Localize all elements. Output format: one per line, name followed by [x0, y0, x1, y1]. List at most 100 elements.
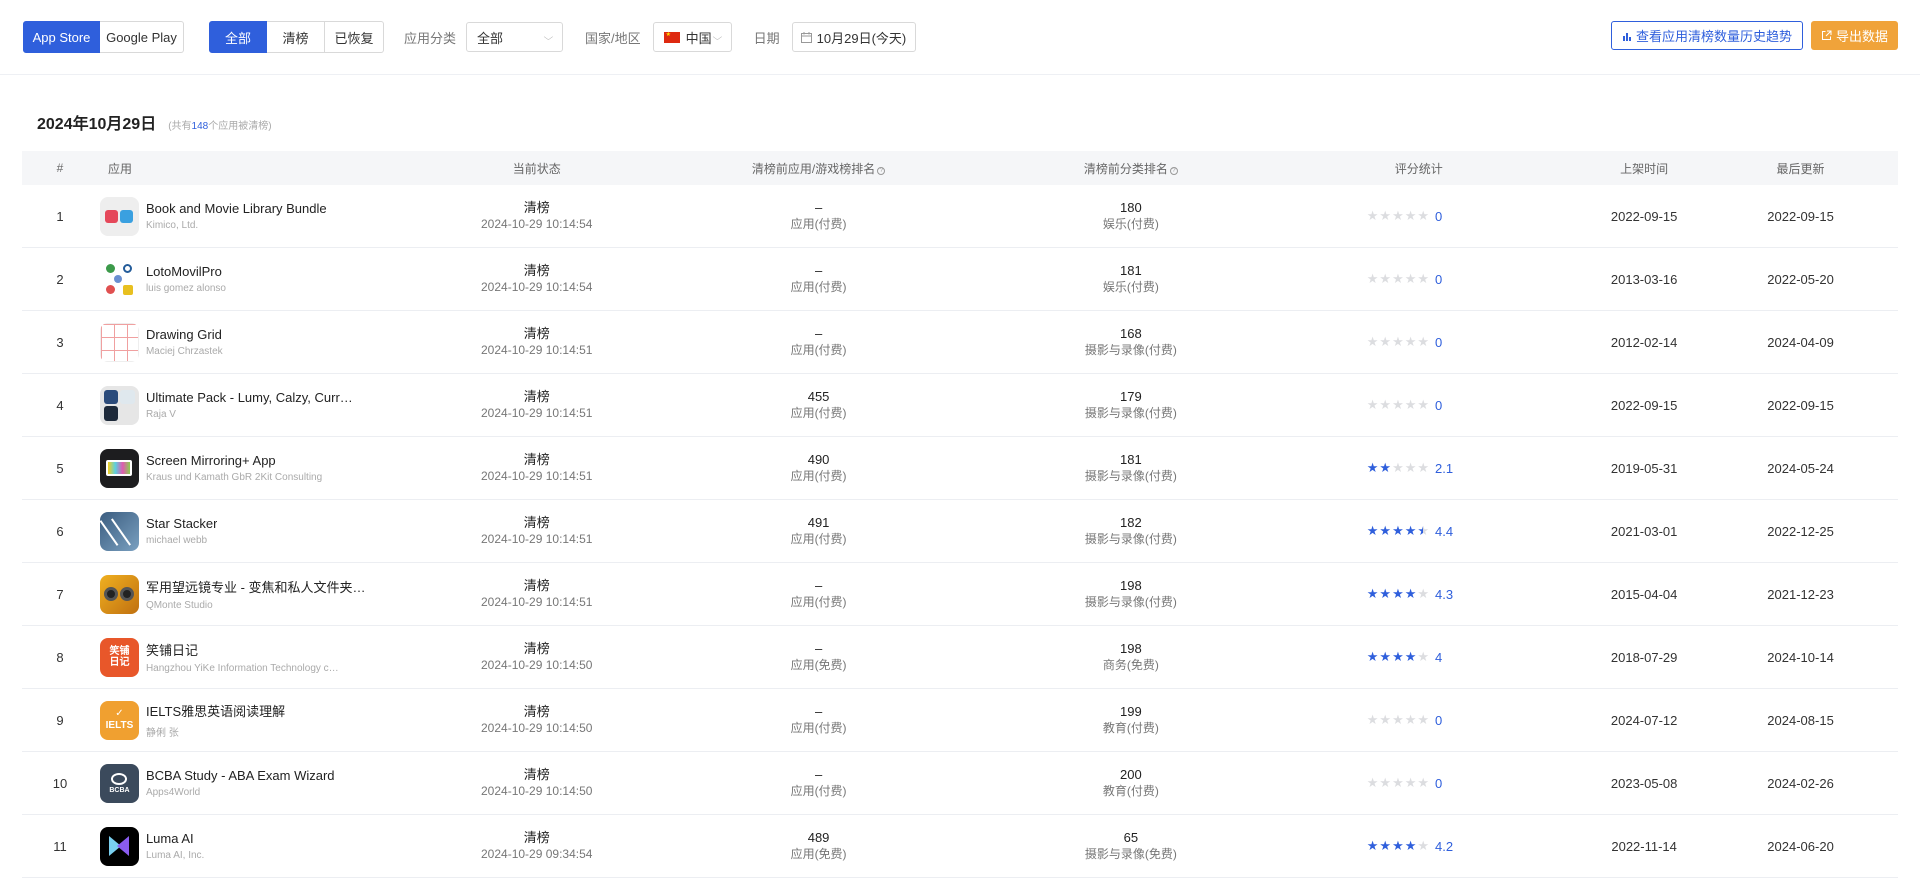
app-name[interactable]: 军用望远镜专业 - 变焦和私人文件夹… [146, 577, 366, 596]
app-name[interactable]: LotoMovilPro [146, 264, 226, 279]
app-icon[interactable]: BCBA [99, 763, 139, 803]
info-icon[interactable]: ? [877, 166, 886, 175]
star-rating: ★ ★ ★ ★ ★ 0 [1367, 775, 1471, 791]
app-cell[interactable]: Ultimate Pack - Lumy, Calzy, Curr… Raja … [98, 385, 446, 425]
star-icon: ★ [1404, 271, 1417, 286]
status-time: 2024-10-29 10:14:51 [481, 532, 593, 546]
star-icon: ★ [1392, 649, 1404, 664]
info-icon[interactable]: ? [1169, 166, 1178, 175]
table-row[interactable]: 3 Drawing Grid Maciej Chrzastek 清榜 2024-… [22, 311, 1898, 374]
rank-cell: 490 应用(付费) [628, 451, 1010, 485]
table-row[interactable]: 11 Luma AI Luma AI, Inc. 清榜 2024-10-29 0… [22, 815, 1898, 878]
table-row[interactable]: 2 LotoMovilPro luis gomez alonso 清榜 2024… [22, 248, 1898, 311]
table-row[interactable]: 6 Star Stacker michael webb 清榜 2024-10-2… [22, 500, 1898, 563]
star-icon: ★ [1417, 208, 1430, 223]
app-cell[interactable]: Luma AI Luma AI, Inc. [98, 826, 446, 866]
store-app-store-button[interactable]: App Store [23, 21, 100, 53]
date-picker[interactable]: 10月29日(今天) [791, 22, 916, 52]
app-cell[interactable]: 军用望远镜专业 - 变焦和私人文件夹… QMonte Studio [98, 574, 446, 614]
table-header: # 应用 当前状态 清榜前应用/游戏榜排名? 清榜前分类排名? 评分统计 上架时… [22, 151, 1898, 185]
col-cat-rank-before[interactable]: 清榜前分类排名? [1009, 160, 1252, 177]
star-icon: ★ [1404, 334, 1417, 349]
app-icon[interactable]: 笑铺 日记 [99, 637, 139, 677]
app-icon[interactable] [99, 196, 139, 236]
app-name[interactable]: Book and Movie Library Bundle [146, 201, 327, 216]
app-name[interactable]: Ultimate Pack - Lumy, Calzy, Curr… [146, 390, 353, 405]
app-cell[interactable]: Book and Movie Library Bundle Kimico, Lt… [98, 196, 446, 236]
category-name: 商务(免费) [1102, 658, 1159, 672]
table-row[interactable]: 4 Ultimate Pack - Lumy, Calzy, Curr… Raj… [22, 374, 1898, 437]
category-select[interactable]: 全部 ⌵ [466, 22, 564, 52]
app-name[interactable]: IELTS雅思英语阅读理解 [146, 701, 285, 720]
app-icon[interactable] [99, 511, 139, 551]
status-text: 清榜 [523, 263, 550, 278]
app-cell[interactable]: LotoMovilPro luis gomez alonso [98, 259, 446, 299]
release-date: 2024-07-12 [1610, 712, 1678, 728]
app-developer: luis gomez alonso [145, 283, 226, 294]
history-trend-button[interactable]: 查看应用清榜数量历史趋势 [1610, 21, 1803, 50]
app-cell[interactable]: Drawing Grid Maciej Chrzastek [98, 322, 446, 362]
app-cell[interactable]: Screen Mirroring+ App Kraus und Kamath G… [98, 448, 446, 488]
status-time: 2024-10-29 10:14:54 [481, 280, 593, 294]
rank-cell: – 应用(付费) [628, 199, 1010, 233]
tab-restored[interactable]: 已恢复 [325, 21, 384, 53]
star-icon: ★ [1417, 334, 1430, 349]
table-row[interactable]: 8 笑铺 日记 笑铺日记 Hangzhou YiKe Information Te… [22, 626, 1898, 689]
star-icon: ★ [1379, 712, 1392, 727]
rating-cell: ★ ★ ★ ★ ★ 0 [1252, 334, 1585, 350]
star-rating: ★ ★ ★ ★ ★ 0 [1367, 712, 1471, 728]
table-row[interactable]: 10 BCBA BCBA Study - ABA Exam Wizard App… [22, 752, 1898, 815]
category-name: 娱乐(付费) [1102, 217, 1159, 231]
table-row[interactable]: 7 军用望远镜专业 - 变焦和私人文件夹… QMonte Studio 清榜 2… [22, 563, 1898, 626]
app-cell[interactable]: BCBA BCBA Study - ABA Exam Wizard Apps4W… [98, 763, 446, 803]
tab-all[interactable]: 全部 [209, 21, 267, 53]
app-name[interactable]: Screen Mirroring+ App [146, 453, 322, 468]
tab-cleared[interactable]: 清榜 [267, 21, 325, 53]
app-name[interactable]: Drawing Grid [146, 327, 223, 342]
status-time: 2024-10-29 10:14:50 [481, 658, 593, 672]
app-cell[interactable]: 笑铺 日记 笑铺日记 Hangzhou YiKe Information Tech… [98, 637, 446, 677]
star-icon: ★ [1392, 523, 1404, 538]
status-text: 清榜 [523, 578, 550, 593]
store-google-play-button[interactable]: Google Play [100, 21, 184, 53]
rating-cell: ★ ★ ★ ★ ★ 0 [1252, 208, 1585, 224]
status-cell: 清榜 2024-10-29 10:14:51 [446, 325, 628, 359]
category-rank-value: 182 [1120, 515, 1142, 530]
app-icon[interactable] [99, 574, 139, 614]
app-name[interactable]: BCBA Study - ABA Exam Wizard [146, 768, 335, 783]
app-name[interactable]: Star Stacker [146, 516, 218, 531]
table-row[interactable]: 5 Screen Mirroring+ App Kraus und Kamath… [22, 437, 1898, 500]
row-index: 11 [53, 838, 67, 854]
app-name[interactable]: 笑铺日记 [146, 640, 339, 659]
category-name: 摄影与录像(付费) [1084, 406, 1177, 420]
app-icon[interactable] [99, 385, 139, 425]
table-row[interactable]: 1 Book and Movie Library Bundle Kimico, … [22, 185, 1898, 248]
app-icon[interactable] [99, 448, 139, 488]
star-rating: ★ ★ ★ ★ ★ 4.3 [1367, 586, 1471, 602]
category-name: 娱乐(付费) [1102, 280, 1159, 294]
app-cell[interactable]: Star Stacker michael webb [98, 511, 446, 551]
col-index: # [56, 161, 64, 175]
col-rank-before[interactable]: 清榜前应用/游戏榜排名? [628, 160, 1010, 177]
app-icon[interactable]: ✓ IELTS [99, 700, 139, 740]
rank-type: 应用(免费) [790, 658, 847, 672]
category-rank-cell: 168 摄影与录像(付费) [1009, 325, 1252, 359]
app-icon[interactable] [99, 259, 139, 299]
app-name[interactable]: Luma AI [146, 831, 204, 846]
region-select[interactable]: 中国 ⌵ [652, 22, 732, 52]
status-time: 2024-10-29 10:14:51 [481, 595, 593, 609]
star-icon: ★ [1404, 775, 1417, 790]
star-icon: ★ [1404, 712, 1417, 727]
status-text: 清榜 [523, 200, 550, 215]
export-button[interactable]: 导出数据 [1810, 21, 1898, 50]
app-icon[interactable] [99, 826, 139, 866]
category-name: 摄影与录像(免费) [1084, 847, 1177, 861]
rating-cell: ★ ★ ★ ★ ★ 0 [1252, 712, 1585, 728]
app-icon[interactable] [99, 322, 139, 362]
app-cell[interactable]: ✓ IELTS IELTS雅思英语阅读理解 静俐 张 [98, 700, 446, 740]
row-index: 7 [56, 586, 64, 602]
table-row[interactable]: 9 ✓ IELTS IELTS雅思英语阅读理解 静俐 张 清榜 2024-10-2… [22, 689, 1898, 752]
star-icon: ★ [1379, 523, 1392, 538]
status-text: 清榜 [523, 830, 550, 845]
rank-cell: 489 应用(免费) [628, 829, 1010, 863]
